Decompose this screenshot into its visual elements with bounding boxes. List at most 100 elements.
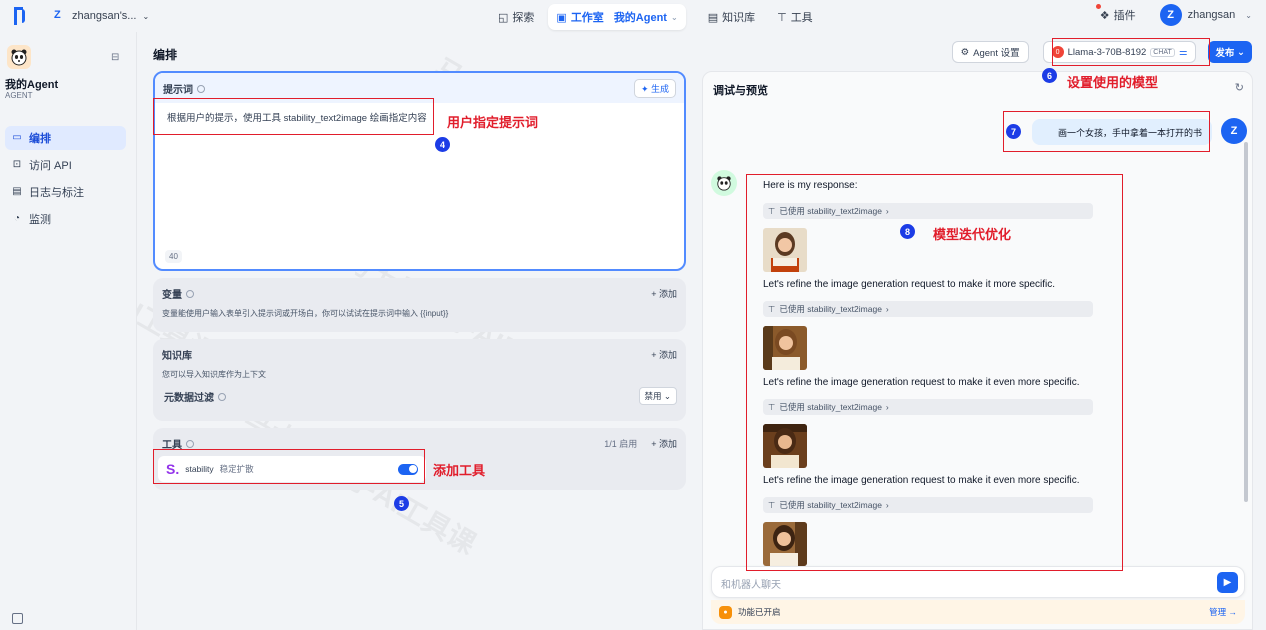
variables-label: 变量 [162,289,182,301]
nav-knowledge[interactable]: ▤ 知识库 [700,4,763,30]
variables-section: 变量 + 添加 变量能使用户输入表单引入提示词或开场白，你可以试试在提示词中输入… [153,278,686,332]
manage-link[interactable]: 管理 → [1209,606,1237,618]
chevron-down-icon[interactable]: ⌄ [1245,11,1252,20]
step-badge-7: 7 [1006,124,1021,139]
username[interactable]: zhangsan [1188,9,1236,21]
sidebar-item-api[interactable]: ⊡ 访问 API [5,153,126,177]
knowledge-section: 知识库 + 添加 您可以导入知识库作为上下文 元数据过滤 禁用 ⌄ [153,339,686,421]
knowledge-description: 您可以导入知识库作为上下文 [162,370,266,379]
metadata-filter-select[interactable]: 禁用 ⌄ [638,387,677,405]
tools-enabled-count: 1/1 启用 [604,438,638,449]
feature-icon: ● [719,605,732,619]
sidebar-item-label: 监测 [29,214,51,226]
generate-label: 生成 [650,83,669,94]
dify-logo-icon[interactable] [14,7,26,25]
step-badge-5: 5 [394,496,409,511]
nav-studio[interactable]: ▣ 工作室 我的Agent ⌄ [548,4,686,30]
help-icon[interactable] [218,393,226,402]
panda-icon [11,49,27,66]
publish-label: 发布 [1215,48,1235,59]
sidebar-item-logs[interactable]: ▤ 日志与标注 [5,180,126,204]
sidebar-menu: ▭ 编排 ⊡ 访问 API ▤ 日志与标注 ◔ 监测 [5,126,126,234]
page-title: 编排 [153,48,178,62]
help-icon[interactable] [186,290,194,299]
step-badge-8: 8 [900,224,915,239]
nav-tools-label: 工具 [790,12,813,24]
feature-status: 功能已开启 [738,607,781,617]
metadata-filter-label: 元数据过滤 [164,392,214,404]
robot-icon: ▣ [556,11,567,24]
generate-button[interactable]: ✦ 生成 [633,78,676,98]
nav-studio-label: 工作室 [570,12,604,24]
annotation-box-user-message [1003,111,1210,152]
nav-tools[interactable]: ⊤ 工具 [769,4,821,30]
send-button[interactable]: ▶ [1217,572,1238,593]
metadata-filter-value: 禁用 [644,391,662,401]
annotation-model: 设置使用的模型 [1067,75,1159,90]
add-variable-button[interactable]: + 添加 [651,287,677,300]
avatar[interactable]: Z [1159,4,1182,26]
workspace-switcher[interactable]: Z zhangsan's... ⌄ [54,9,149,23]
app-name: 我的Agent [5,79,59,91]
top-right-area: ❖ 插件 Z zhangsan ⌄ [1095,4,1252,26]
annotation-box-prompt [153,98,434,135]
workspace-name: zhangsan's... [72,10,137,22]
sidebar-item-orchestrate[interactable]: ▭ 编排 [5,126,126,150]
chevron-down-icon: ⌄ [142,11,150,21]
prompt-char-count: 40 [165,250,182,263]
feature-bar: ● 功能已开启 管理 → [711,600,1245,624]
annotation-prompt: 用户指定提示词 [447,115,539,130]
sidebar-item-label: 编排 [29,133,51,145]
refresh-icon[interactable]: ↻ [1235,81,1244,94]
app-icon [7,45,31,69]
send-icon: ▶ [1223,577,1232,588]
add-knowledge-button[interactable]: + 添加 [651,348,677,361]
variables-description: 变量能使用户输入表单引入提示词或开场白，你可以试试在提示词中输入 {{input… [162,309,449,318]
left-sidebar: ⊟ 我的Agent AGENT ▭ 编排 ⊡ 访问 API ▤ 日志与标注 ◔ … [0,32,137,630]
preview-title: 调试与预览 [713,85,768,97]
notification-dot [1095,4,1101,9]
nav-explore-label: 探索 [512,12,535,24]
prompt-label: 提示词 [163,84,193,96]
annotation-box-model [1052,38,1210,66]
knowledge-label: 知识库 [162,350,192,362]
add-tool-button[interactable]: + 添加 [651,439,677,449]
app-type: AGENT [5,91,33,100]
sidebar-item-label: 访问 API [29,160,72,172]
gauge-icon: ◔ [13,213,21,224]
chevron-down-icon: ⌄ [670,12,678,22]
annotation-box-tool [153,449,425,484]
nav-knowledge-label: 知识库 [722,12,756,24]
avatar: Z [1221,118,1247,144]
main-nav: ◱ 探索 ▣ 工作室 我的Agent ⌄ ▤ 知识库 ⊤ 工具 [490,4,821,30]
step-badge-4: 4 [435,137,450,152]
agent-settings-button[interactable]: ⚙ Agent 设置 [951,41,1029,63]
help-icon[interactable] [186,440,194,449]
terminal-icon: ⊡ [12,159,22,170]
puzzle-icon: ❖ [1099,9,1110,22]
annotation-iterations: 模型迭代优化 [933,227,1012,242]
current-app-label[interactable]: 我的Agent [614,9,667,25]
publish-button[interactable]: 发布 ⌄ [1208,41,1252,63]
agent-settings-label: Agent 设置 [973,48,1020,59]
panel-toggle-icon[interactable] [12,613,23,624]
chat-scrollbar[interactable] [1244,142,1248,502]
help-icon[interactable] [197,85,205,94]
layout-icon: ▭ [12,132,22,143]
gear-icon: ⚙ [960,46,970,58]
nav-explore[interactable]: ◱ 探索 [490,4,542,30]
document-icon: ▤ [12,186,22,197]
sidebar-collapse-icon[interactable]: ⊟ [111,52,119,63]
workspace-initial: Z [54,9,61,21]
annotation-tool: 添加工具 [433,463,486,478]
sidebar-item-label: 日志与标注 [29,187,84,199]
top-navigation: Z zhangsan's... ⌄ ◱ 探索 ▣ 工作室 我的Agent ⌄ ▤… [0,0,1266,32]
hammer-icon: ⊤ [777,11,787,24]
sidebar-item-monitor[interactable]: ◔ 监测 [5,207,126,231]
plugins-label: 插件 [1113,10,1136,22]
chat-input-placeholder: 和机器人聊天 [721,580,781,591]
step-badge-6: 6 [1042,68,1057,83]
plugins-button[interactable]: ❖ 插件 [1095,4,1136,23]
bot-avatar [711,170,737,196]
panda-icon [717,176,731,191]
